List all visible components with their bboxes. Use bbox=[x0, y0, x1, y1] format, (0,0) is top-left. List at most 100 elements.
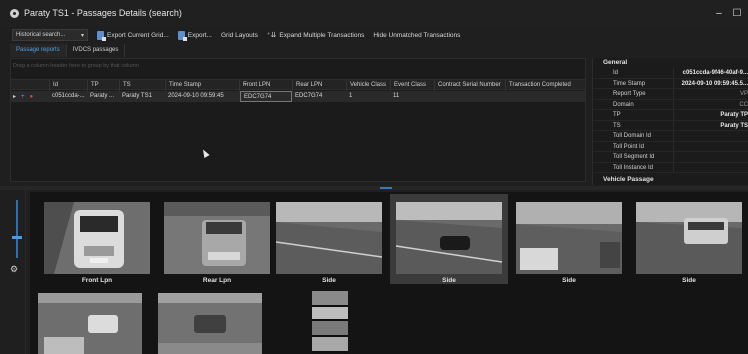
column-divider bbox=[673, 131, 674, 141]
search-select[interactable]: Historical search... ▾ bbox=[12, 29, 88, 41]
image-thumb-side-4[interactable]: Side bbox=[630, 194, 748, 284]
property-label: Toll Domain Id bbox=[613, 133, 652, 139]
maximize-button[interactable]: ☐ bbox=[730, 6, 744, 20]
hide-unmatched-label: Hide Unmatched Transactions bbox=[373, 31, 461, 39]
image-thumb-side-2[interactable]: Side bbox=[390, 194, 508, 284]
search-select-value: Historical search... bbox=[16, 32, 66, 38]
column-header-timestamp[interactable]: Time Stamp bbox=[165, 80, 241, 91]
cell-tp: Paraty ... bbox=[90, 93, 115, 99]
image-thumb-front-lpn[interactable]: Front Lpn bbox=[38, 194, 156, 284]
column-divider bbox=[673, 152, 674, 162]
image-label: Side bbox=[322, 277, 336, 284]
tab-strip: Passage reports IVDCS passages bbox=[10, 44, 126, 57]
column-divider bbox=[673, 99, 674, 109]
column-header-rear-lpn[interactable]: Rear LPN bbox=[292, 80, 346, 91]
app-icon bbox=[10, 8, 19, 18]
flag-icon: ● bbox=[29, 93, 34, 100]
export-button[interactable]: Export... bbox=[177, 30, 212, 41]
cell-id: c051ccda-... bbox=[52, 93, 85, 99]
window-title: Paraty TS1 - Passages Details (search) bbox=[24, 8, 182, 18]
section-vehicle-passage-header[interactable]: Vehicle Passage bbox=[593, 175, 748, 185]
property-label: Toll Instance Id bbox=[613, 164, 654, 171]
export-label: Export... bbox=[187, 31, 212, 39]
panel-splitter[interactable] bbox=[0, 186, 748, 190]
grid-layouts-label: Grid Layouts bbox=[221, 31, 258, 39]
property-row: Domain CC bbox=[593, 99, 748, 110]
export-grid-label: Export Current Grid... bbox=[107, 31, 169, 39]
property-row: TS Paraty TS bbox=[593, 120, 748, 131]
side-image-4 bbox=[636, 202, 742, 274]
minimize-button[interactable]: – bbox=[712, 6, 726, 20]
column-divider bbox=[673, 68, 674, 78]
group-by-hint[interactable]: Drag a column header here to group by th… bbox=[11, 59, 585, 74]
image-thumb-side-1[interactable]: Side bbox=[270, 194, 388, 284]
image-thumb-rear-lpn[interactable]: Rear Lpn bbox=[158, 194, 276, 284]
column-divider bbox=[673, 162, 674, 172]
toolbar: Historical search... ▾ Export Current Gr… bbox=[0, 27, 748, 43]
property-row: Time Stamp 2024-09-10 09:59:45.5... bbox=[593, 78, 748, 89]
cell-ts: Paraty TS1 bbox=[122, 93, 152, 99]
front-lpn-image bbox=[44, 202, 150, 274]
export-icon bbox=[177, 30, 187, 41]
image-thumb-overhead-1[interactable] bbox=[38, 293, 142, 354]
properties-panel: General Id c051ccda-9f46-40af-9... Time S… bbox=[592, 58, 748, 185]
row-indicators: ▸ + ● bbox=[13, 91, 33, 102]
property-row: Toll Point Id bbox=[593, 141, 748, 152]
image-gallery: Front Lpn Rear Lpn Side Side Side Side bbox=[30, 192, 748, 354]
column-header-transaction-completed[interactable]: Transaction Completed bbox=[505, 80, 587, 91]
overhead-image-2 bbox=[158, 293, 262, 354]
property-row: Toll Instance Id bbox=[593, 162, 748, 173]
image-thumb-stacked[interactable] bbox=[312, 291, 348, 353]
column-divider bbox=[673, 141, 674, 151]
property-label: Id bbox=[613, 70, 619, 76]
row-pointer-icon: ▸ bbox=[13, 94, 17, 100]
image-label: Side bbox=[682, 277, 696, 284]
export-grid-icon bbox=[97, 30, 106, 41]
hide-unmatched-button[interactable]: Hide Unmatched Transactions bbox=[373, 32, 460, 39]
tab-ivdcs-passages[interactable]: IVDCS passages bbox=[67, 44, 126, 57]
splitter-grip[interactable] bbox=[380, 187, 392, 189]
property-label: Toll Point Id bbox=[613, 143, 645, 150]
image-label: Front Lpn bbox=[81, 277, 113, 284]
property-row: Toll Segment Id bbox=[593, 152, 748, 163]
property-value: c051ccda-9f46-40af-9... bbox=[682, 70, 748, 76]
zoom-slider-thumb[interactable] bbox=[12, 236, 22, 239]
gear-icon[interactable]: ⚙ bbox=[10, 264, 18, 275]
property-label: Toll Segment Id bbox=[613, 154, 655, 160]
column-header-contract-serial[interactable]: Contract Serial Number bbox=[434, 80, 505, 91]
property-label: Report Type bbox=[613, 91, 646, 97]
column-header-front-lpn[interactable]: Front LPN bbox=[239, 80, 292, 91]
property-value: Paraty TS bbox=[720, 122, 748, 129]
tab-passage-reports[interactable]: Passage reports bbox=[10, 44, 67, 57]
expand-plus-icon[interactable]: + bbox=[21, 94, 25, 100]
property-label: Time Stamp bbox=[613, 80, 646, 87]
cell-event-class: 11 bbox=[393, 93, 400, 99]
grid-layouts-button[interactable]: Grid Layouts bbox=[221, 32, 258, 39]
image-label: Side bbox=[562, 277, 576, 284]
column-header-vehicle-class[interactable]: Vehicle Class bbox=[346, 80, 390, 91]
column-header-event-class[interactable]: Event Class bbox=[390, 80, 434, 91]
column-header-tp[interactable]: TP bbox=[87, 80, 119, 91]
grid-header-row: Id TP TS Time Stamp ▼ Front LPN Rear LPN… bbox=[11, 79, 587, 91]
image-thumb-side-3[interactable]: Side bbox=[510, 194, 628, 284]
export-grid-button[interactable]: Export Current Grid... bbox=[97, 30, 169, 41]
image-thumb-overhead-2[interactable] bbox=[158, 293, 262, 354]
passages-grid: Drag a column header here to group by th… bbox=[10, 58, 586, 182]
property-value: VP bbox=[739, 91, 748, 97]
property-row: Toll Domain Id bbox=[593, 131, 748, 142]
section-general-header[interactable]: General bbox=[593, 58, 748, 68]
property-value: CC bbox=[739, 101, 748, 108]
side-image-3 bbox=[516, 202, 622, 274]
side-image-2 bbox=[396, 202, 502, 274]
expand-icon: ⁺⇊ bbox=[266, 32, 277, 39]
column-header-ts[interactable]: TS bbox=[119, 80, 165, 91]
column-header-id[interactable]: Id bbox=[49, 80, 87, 91]
image-label: Rear Lpn bbox=[202, 277, 232, 284]
expand-multiple-button[interactable]: ⁺⇊ Expand Multiple Transactions bbox=[266, 31, 365, 40]
table-row[interactable]: ▸ + ● c051ccda-... Paraty ... Paraty TS1… bbox=[11, 91, 585, 102]
property-label: TS bbox=[613, 122, 621, 129]
zoom-slider-track[interactable] bbox=[16, 200, 18, 258]
expand-multiple-label: Expand Multiple Transactions bbox=[279, 31, 365, 39]
cell-front-lpn[interactable]: EDC7G74 bbox=[240, 91, 292, 102]
cell-vehicle-class: 1 bbox=[349, 93, 353, 99]
